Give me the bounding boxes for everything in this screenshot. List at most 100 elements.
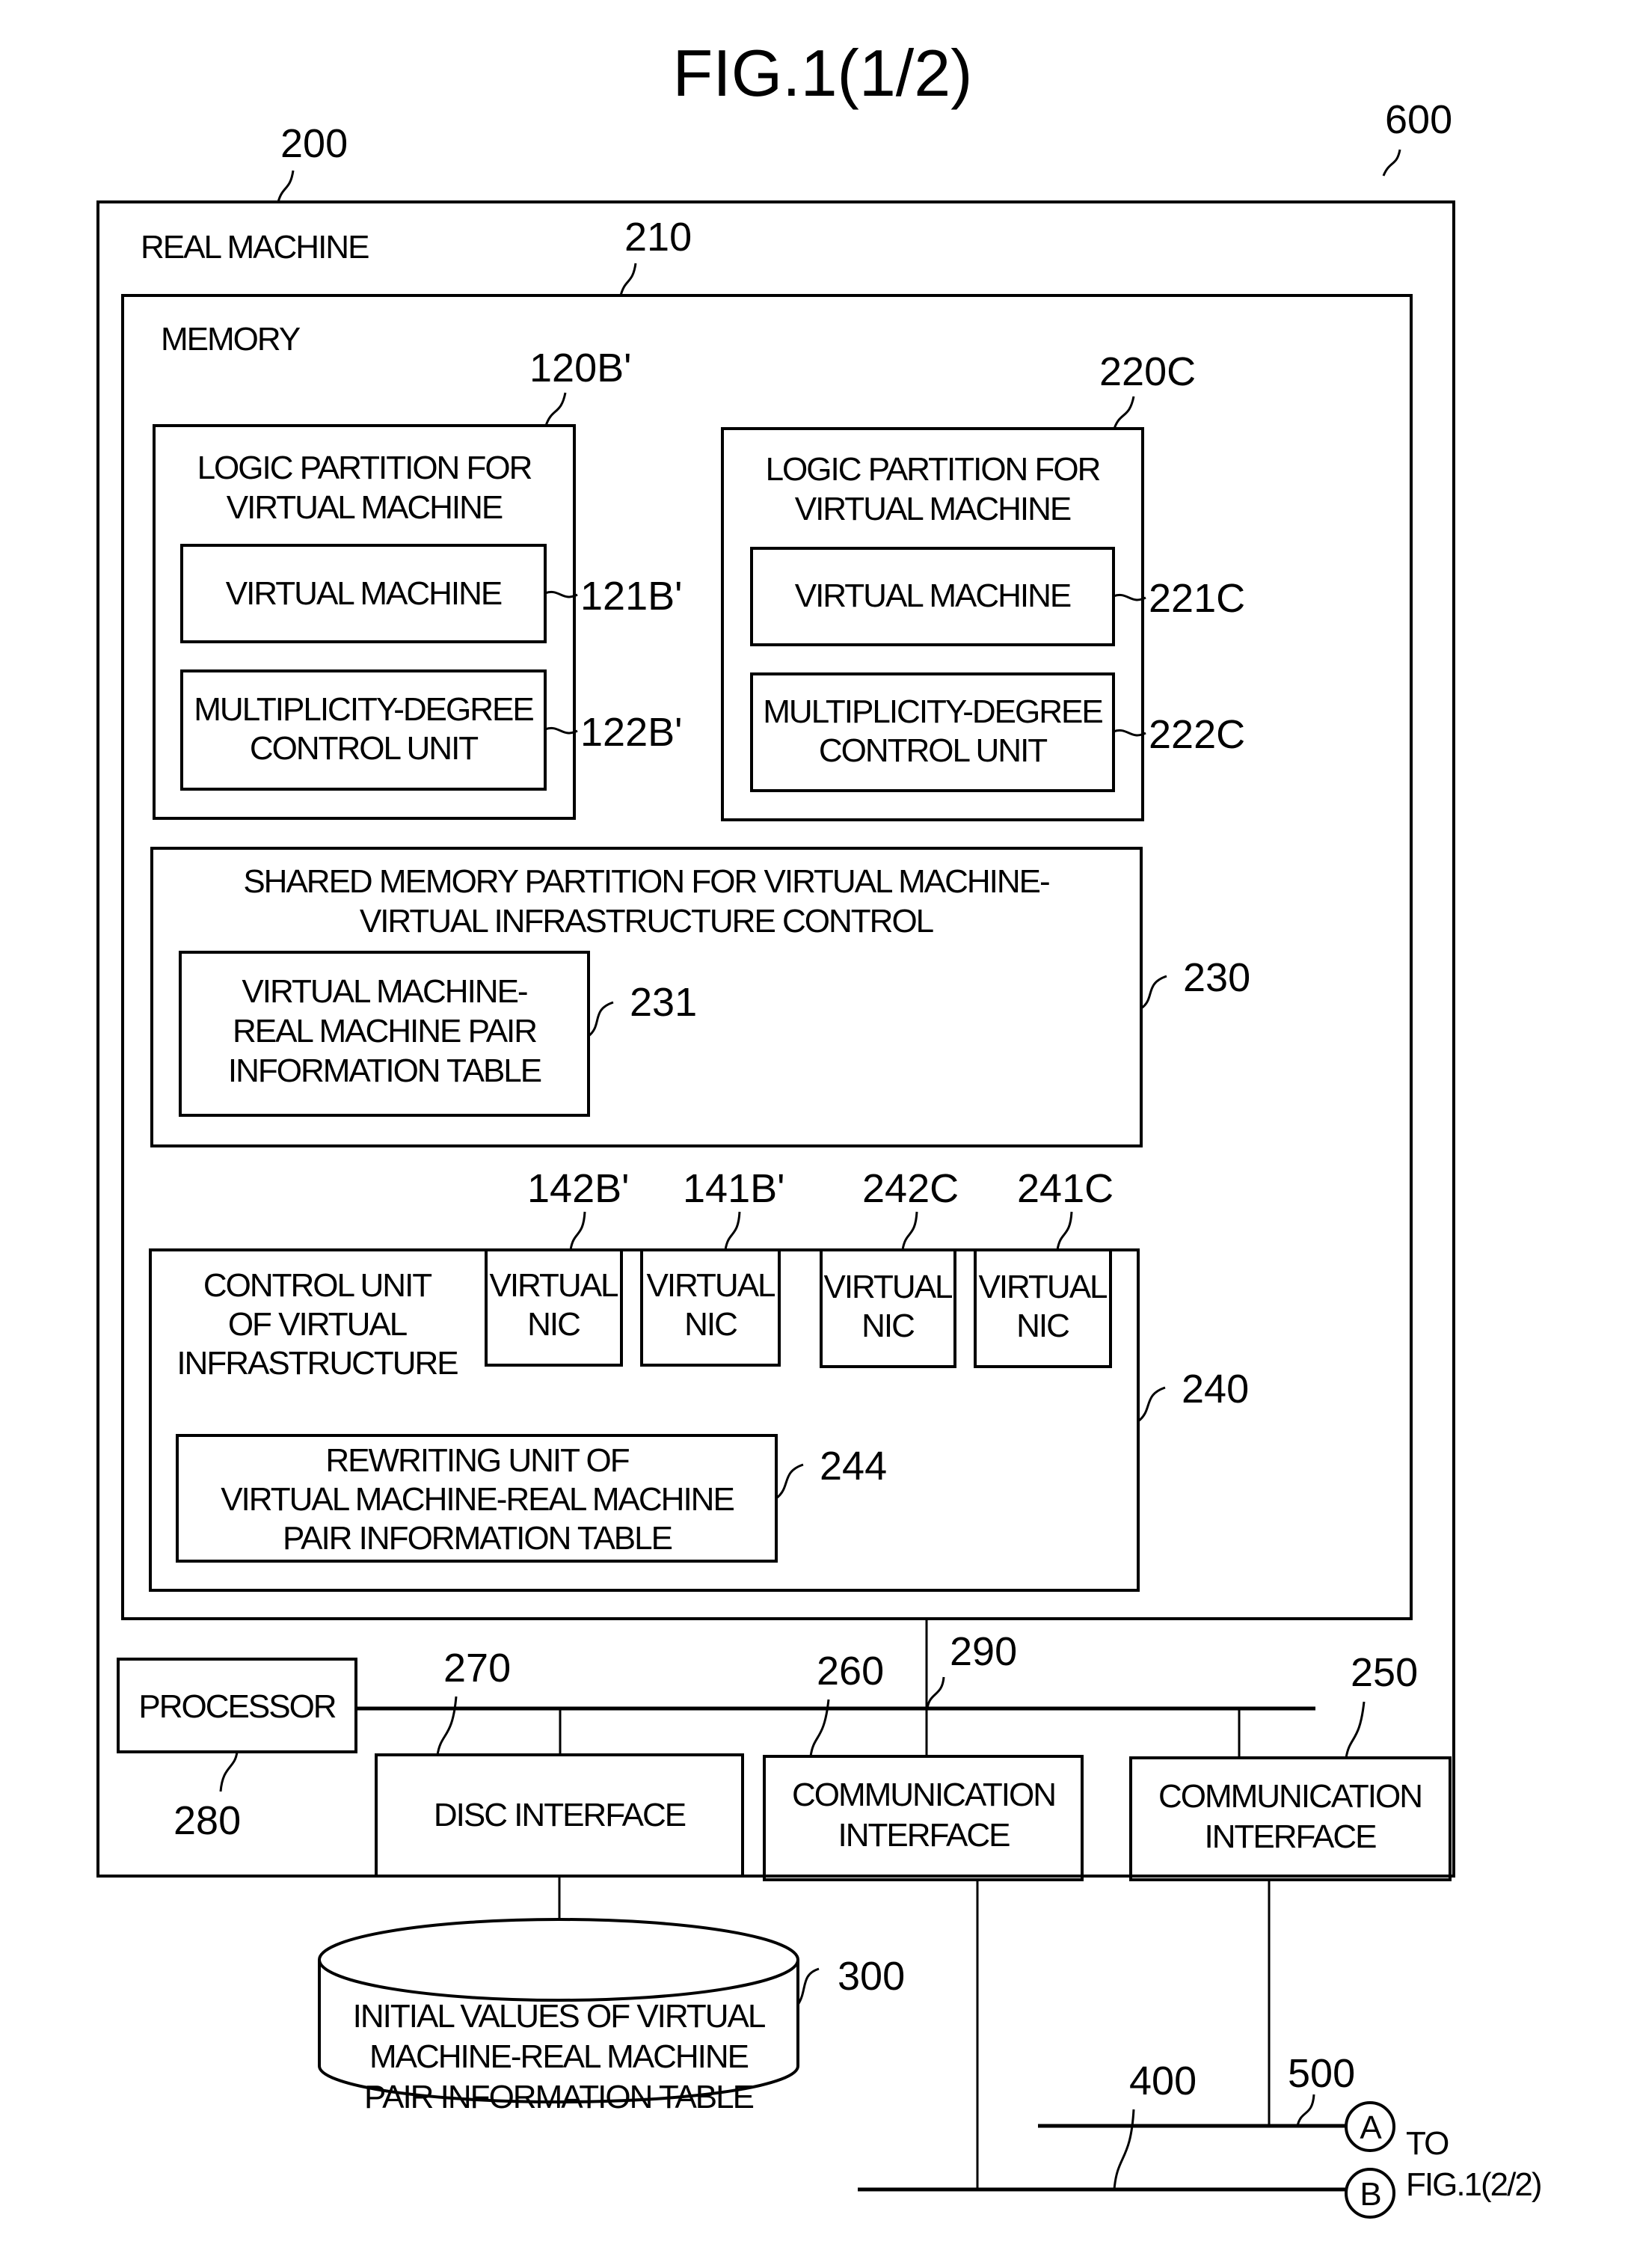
control-unit-line-3: INFRASTRUCTURE (176, 1345, 458, 1382)
mdc-unit-line-1: MULTIPLICITY-DEGREE (763, 693, 1102, 730)
leader-221C (1113, 593, 1146, 601)
ref-500: 500 (1288, 2051, 1355, 2096)
virtual-machine-label: VIRTUAL MACHINE (795, 577, 1071, 614)
patent-figure: FIG.1(1/2) 600 200 REAL MACHINE 210 MEMO… (96, 36, 1543, 2219)
cylinder-top (318, 1918, 799, 2002)
comm-interface-260-line-1: COMMUNICATION (792, 1777, 1055, 1813)
ref-222C: 222C (1149, 712, 1245, 757)
leader-210 (619, 263, 637, 296)
ref-242C: 242C (862, 1166, 959, 1211)
continuation-target: FIG.1(2/2) (1406, 2166, 1541, 2203)
rewriting-unit-line-3: PAIR INFORMATION TABLE (283, 1520, 672, 1557)
virtual-nic-line-1: VIRTUAL (978, 1269, 1108, 1305)
virtual-nic-line-1: VIRTUAL (823, 1269, 953, 1305)
leader-290 (926, 1676, 945, 1709)
virtual-nic-line-2: NIC (684, 1306, 737, 1343)
partition-title-line-2: VIRTUAL MACHINE (227, 489, 503, 526)
ref-231: 231 (630, 980, 697, 1025)
ref-290: 290 (950, 1629, 1017, 1674)
rewriting-unit-line-1: REWRITING UNIT OF (325, 1442, 629, 1479)
logic-partition-120B: 120B' LOGIC PARTITION FOR VIRTUAL MACHIN… (153, 346, 682, 820)
leader-222C (1113, 729, 1146, 737)
rewriting-unit-line-2: VIRTUAL MACHINE-REAL MACHINE (221, 1481, 734, 1518)
comm-interface-250-line-1: COMMUNICATION (1158, 1778, 1422, 1815)
ref-270: 270 (443, 1646, 511, 1691)
logic-partition-220C: 220C LOGIC PARTITION FOR VIRTUAL MACHINE… (721, 349, 1245, 821)
mdc-unit-line-2: CONTROL UNIT (819, 732, 1047, 769)
ref-300: 300 (838, 1954, 905, 1999)
partition-title-line-2: VIRTUAL MACHINE (795, 491, 1071, 527)
processor-label: PROCESSOR (138, 1688, 335, 1725)
memory-label: MEMORY (161, 321, 301, 358)
ref-600: 600 (1385, 97, 1452, 142)
disc-interface-label: DISC INTERFACE (434, 1797, 686, 1833)
virtual-nic-line-2: NIC (861, 1308, 915, 1344)
ref-244: 244 (820, 1444, 887, 1489)
virtual-nic-line-1: VIRTUAL (646, 1267, 775, 1304)
leader-230 (1140, 975, 1167, 1010)
leader-231 (588, 1001, 614, 1038)
leader-242C (901, 1211, 918, 1251)
partition-title-line-1: LOGIC PARTITION FOR (766, 451, 1100, 488)
figure-title: FIG.1(1/2) (673, 36, 973, 110)
ref-260: 260 (817, 1649, 884, 1694)
connector-b-label: B (1360, 2176, 1380, 2213)
comm-interface-260-line-2: INTERFACE (838, 1817, 1010, 1854)
leader-241C (1056, 1211, 1073, 1251)
ref-220C: 220C (1099, 349, 1196, 394)
ref-240: 240 (1182, 1367, 1249, 1412)
storage-line-1: INITIAL VALUES OF VIRTUAL (353, 1998, 766, 2035)
comm-interface-250-line-2: INTERFACE (1205, 1818, 1377, 1855)
ref-241C: 241C (1017, 1166, 1114, 1211)
virtual-machine-label: VIRTUAL MACHINE (226, 575, 502, 612)
ref-122B: 122B' (580, 710, 682, 755)
leader-300 (796, 1967, 820, 2005)
continuation-to-label: TO (1406, 2125, 1449, 2162)
leader-141B (724, 1211, 741, 1251)
virtual-nic-line-1: VIRTUAL (489, 1267, 618, 1304)
leader-240 (1137, 1386, 1166, 1423)
ref-221C: 221C (1149, 576, 1245, 621)
ref-250: 250 (1351, 1650, 1418, 1695)
pair-table-line-2: REAL MACHINE PAIR (233, 1013, 536, 1049)
leader-280 (219, 1751, 239, 1792)
leader-200 (277, 170, 295, 203)
shared-memory-partition: SHARED MEMORY PARTITION FOR VIRTUAL MACH… (150, 847, 1250, 1147)
ref-142B: 142B' (527, 1166, 629, 1211)
ref-120B: 120B' (529, 346, 631, 390)
real-machine-label: REAL MACHINE (141, 229, 369, 266)
mdc-unit-line-1: MULTIPLICITY-DEGREE (194, 691, 533, 728)
partition-title-line-1: LOGIC PARTITION FOR (197, 450, 532, 486)
ref-280: 280 (173, 1798, 241, 1843)
ref-400: 400 (1129, 2059, 1197, 2103)
leader-142B (569, 1211, 586, 1251)
leader-220C (1113, 396, 1135, 429)
shared-title-line-2: VIRTUAL INFRASTRUCTURE CONTROL (360, 903, 934, 940)
storage-cylinder: INITIAL VALUES OF VIRTUAL MACHINE-REAL M… (318, 1918, 905, 2115)
leader-600 (1382, 149, 1401, 177)
storage-line-2: MACHINE-REAL MACHINE (369, 2038, 749, 2075)
leader-120B (544, 392, 567, 426)
ref-200: 200 (280, 121, 348, 166)
storage-line-3: PAIR INFORMATION TABLE (364, 2079, 754, 2115)
ref-141B: 141B' (683, 1166, 784, 1211)
ref-230: 230 (1183, 955, 1250, 1000)
leader-400 (1113, 2109, 1135, 2190)
control-unit-line-2: OF VIRTUAL (228, 1306, 408, 1343)
virtual-nic-line-2: NIC (527, 1306, 580, 1343)
control-unit-virtual-infrastructure: 142B' 141B' 242C 241C CONTROL UNIT OF VI… (149, 1166, 1249, 1592)
shared-title-line-1: SHARED MEMORY PARTITION FOR VIRTUAL MACH… (243, 863, 1049, 900)
pair-table-line-3: INFORMATION TABLE (228, 1052, 541, 1089)
control-unit-line-1: CONTROL UNIT (203, 1267, 431, 1304)
leader-244 (775, 1463, 804, 1500)
ref-121B: 121B' (580, 574, 682, 619)
leader-270 (436, 1696, 458, 1756)
virtual-nic-line-2: NIC (1016, 1308, 1069, 1344)
leader-250 (1345, 1701, 1366, 1759)
leader-122B (544, 726, 578, 735)
connector-a-label: A (1360, 2109, 1382, 2146)
leader-500 (1296, 2094, 1315, 2127)
ref-210: 210 (624, 215, 692, 260)
pair-table-line-1: VIRTUAL MACHINE- (242, 973, 527, 1010)
mdc-unit-line-2: CONTROL UNIT (250, 730, 478, 767)
